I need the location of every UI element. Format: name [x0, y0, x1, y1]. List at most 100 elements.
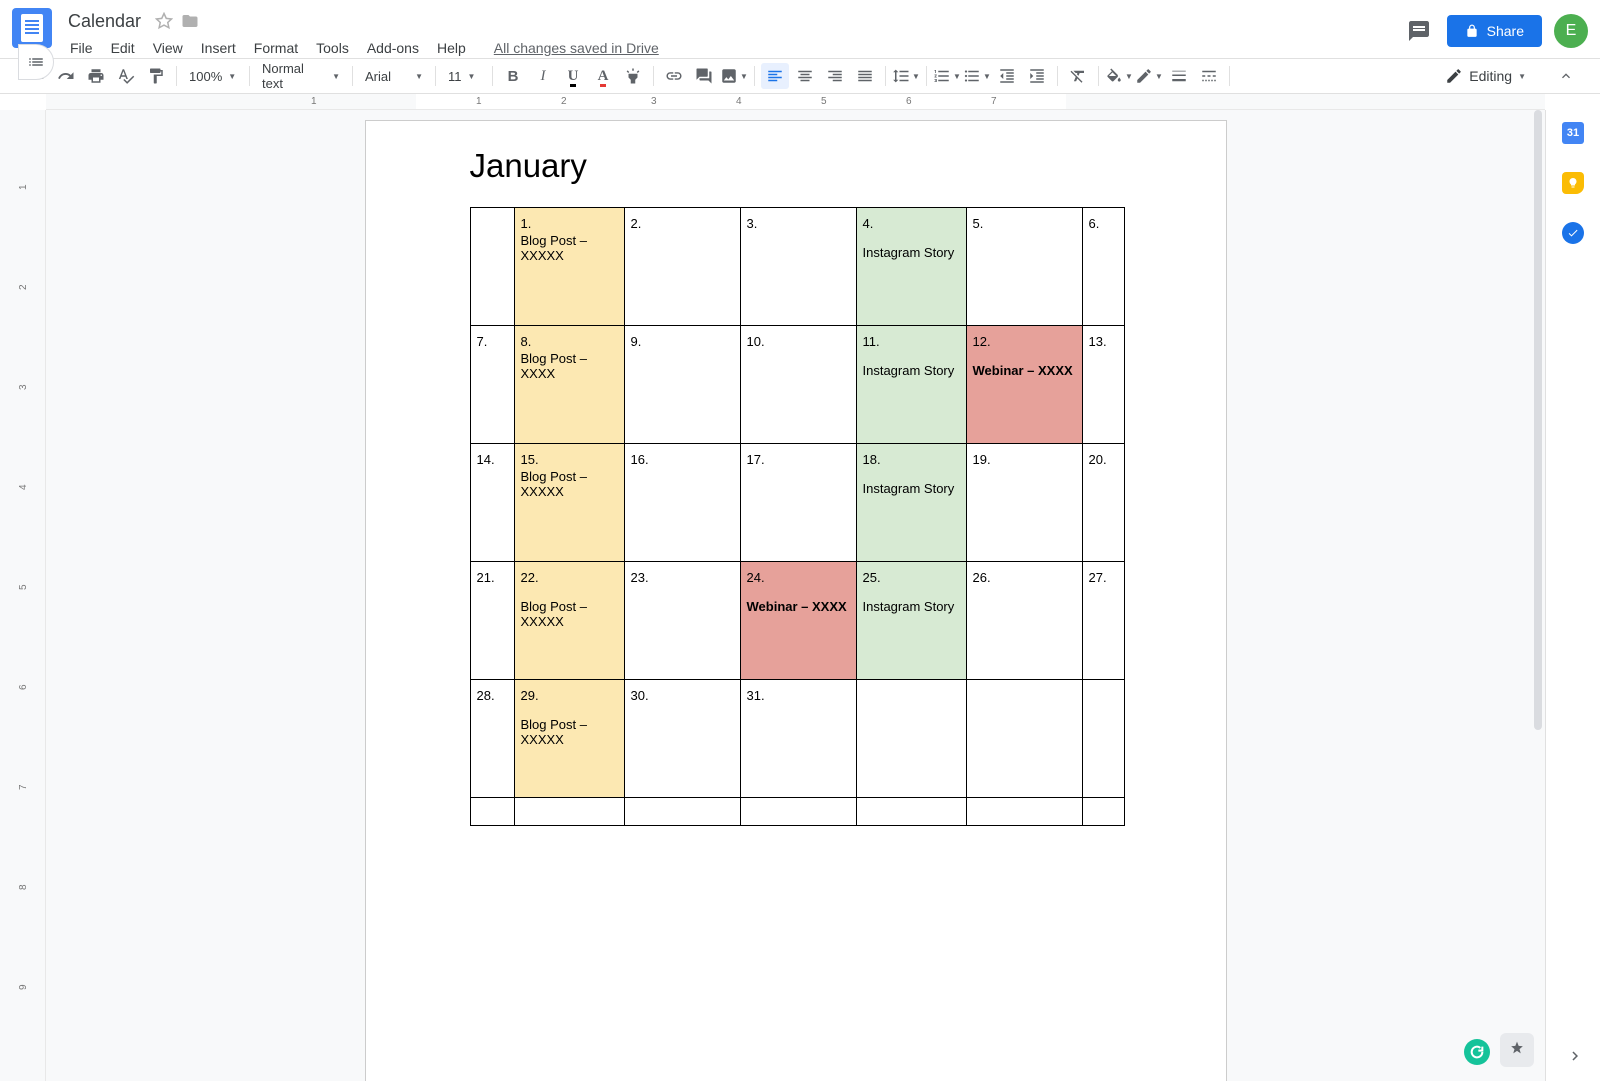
- calendar-cell[interactable]: 25.Instagram Story: [856, 562, 966, 680]
- paint-format-button[interactable]: [142, 63, 170, 89]
- calendar-cell[interactable]: [856, 798, 966, 826]
- menu-help[interactable]: Help: [429, 36, 474, 60]
- calendar-cell[interactable]: [856, 680, 966, 798]
- calendar-cell[interactable]: [470, 208, 514, 326]
- calendar-cell[interactable]: [740, 798, 856, 826]
- horizontal-ruler[interactable]: 11234567: [46, 94, 1545, 110]
- calendar-cell[interactable]: 14.: [470, 444, 514, 562]
- border-color-button[interactable]: ▼: [1135, 63, 1163, 89]
- menu-view[interactable]: View: [145, 36, 191, 60]
- print-button[interactable]: [82, 63, 110, 89]
- share-button[interactable]: Share: [1447, 15, 1542, 47]
- menu-insert[interactable]: Insert: [193, 36, 244, 60]
- calendar-cell[interactable]: 1.Blog Post – XXXXX: [514, 208, 624, 326]
- document-canvas[interactable]: January 1.Blog Post – XXXXX2.3.4.Instagr…: [46, 110, 1545, 1081]
- calendar-cell[interactable]: 16.: [624, 444, 740, 562]
- calendar-cell[interactable]: 13.: [1082, 326, 1124, 444]
- calendar-cell[interactable]: 4.Instagram Story: [856, 208, 966, 326]
- calendar-cell[interactable]: 9.: [624, 326, 740, 444]
- scrollbar-thumb[interactable]: [1534, 110, 1542, 730]
- keep-addon-icon[interactable]: [1562, 172, 1584, 194]
- numbered-list-button[interactable]: ▼: [933, 63, 961, 89]
- calendar-cell[interactable]: [514, 798, 624, 826]
- align-center-button[interactable]: [791, 63, 819, 89]
- calendar-cell[interactable]: 8.Blog Post – XXXX: [514, 326, 624, 444]
- calendar-cell[interactable]: 27.: [1082, 562, 1124, 680]
- page-heading[interactable]: January: [470, 147, 1122, 185]
- increase-indent-button[interactable]: [1023, 63, 1051, 89]
- highlight-button[interactable]: [619, 63, 647, 89]
- calendar-cell[interactable]: 22.Blog Post – XXXXX: [514, 562, 624, 680]
- calendar-cell[interactable]: 28.: [470, 680, 514, 798]
- calendar-cell[interactable]: 30.: [624, 680, 740, 798]
- calendar-cell[interactable]: 19.: [966, 444, 1082, 562]
- vertical-scrollbar[interactable]: [1534, 110, 1544, 930]
- underline-button[interactable]: U: [559, 63, 587, 89]
- document-page[interactable]: January 1.Blog Post – XXXXX2.3.4.Instagr…: [365, 120, 1227, 1081]
- calendar-cell[interactable]: [624, 798, 740, 826]
- insert-link-button[interactable]: [660, 63, 688, 89]
- calendar-cell[interactable]: 23.: [624, 562, 740, 680]
- document-title[interactable]: Calendar: [62, 9, 147, 34]
- calendar-cell[interactable]: 17.: [740, 444, 856, 562]
- calendar-cell[interactable]: 21.: [470, 562, 514, 680]
- line-spacing-button[interactable]: ▼: [892, 63, 920, 89]
- star-icon[interactable]: [155, 12, 173, 30]
- calendar-cell[interactable]: [470, 798, 514, 826]
- calendar-cell[interactable]: 31.: [740, 680, 856, 798]
- menu-format[interactable]: Format: [246, 36, 306, 60]
- document-outline-button[interactable]: [18, 44, 54, 80]
- tasks-addon-icon[interactable]: [1562, 222, 1584, 244]
- font-size-select[interactable]: 11▼: [442, 63, 486, 89]
- font-select[interactable]: Arial▼: [359, 63, 429, 89]
- spellcheck-button[interactable]: [112, 63, 140, 89]
- align-right-button[interactable]: [821, 63, 849, 89]
- calendar-cell[interactable]: 18.Instagram Story: [856, 444, 966, 562]
- comments-button[interactable]: [1403, 15, 1435, 47]
- calendar-cell[interactable]: 29.Blog Post – XXXXX: [514, 680, 624, 798]
- calendar-cell[interactable]: [1082, 680, 1124, 798]
- docs-logo[interactable]: [12, 8, 52, 48]
- text-color-button[interactable]: A: [589, 63, 617, 89]
- save-status[interactable]: All changes saved in Drive: [494, 40, 659, 56]
- explore-button[interactable]: [1500, 1033, 1534, 1067]
- calendar-cell[interactable]: 10.: [740, 326, 856, 444]
- collapse-toolbar-button[interactable]: [1552, 62, 1580, 90]
- border-width-button[interactable]: [1165, 63, 1193, 89]
- vertical-ruler[interactable]: 123456789: [0, 110, 46, 1081]
- menu-tools[interactable]: Tools: [308, 36, 357, 60]
- account-avatar[interactable]: E: [1554, 14, 1588, 48]
- clear-formatting-button[interactable]: [1064, 63, 1092, 89]
- calendar-cell[interactable]: [966, 680, 1082, 798]
- fill-color-button[interactable]: ▼: [1105, 63, 1133, 89]
- border-style-button[interactable]: [1195, 63, 1223, 89]
- calendar-cell[interactable]: [1082, 798, 1124, 826]
- calendar-cell[interactable]: [966, 798, 1082, 826]
- decrease-indent-button[interactable]: [993, 63, 1021, 89]
- calendar-cell[interactable]: 2.: [624, 208, 740, 326]
- redo-button[interactable]: [52, 63, 80, 89]
- menu-edit[interactable]: Edit: [103, 36, 143, 60]
- align-justify-button[interactable]: [851, 63, 879, 89]
- menu-file[interactable]: File: [62, 36, 101, 60]
- calendar-cell[interactable]: 11.Instagram Story: [856, 326, 966, 444]
- calendar-cell[interactable]: 20.: [1082, 444, 1124, 562]
- calendar-addon-icon[interactable]: 31: [1562, 122, 1584, 144]
- grammarly-badge[interactable]: [1464, 1039, 1490, 1065]
- calendar-cell[interactable]: 3.: [740, 208, 856, 326]
- menu-addons[interactable]: Add-ons: [359, 36, 427, 60]
- bold-button[interactable]: B: [499, 63, 527, 89]
- align-left-button[interactable]: [761, 63, 789, 89]
- insert-image-button[interactable]: ▼: [720, 63, 748, 89]
- calendar-cell[interactable]: 15.Blog Post – XXXXX: [514, 444, 624, 562]
- insert-comment-button[interactable]: [690, 63, 718, 89]
- bulleted-list-button[interactable]: ▼: [963, 63, 991, 89]
- calendar-cell[interactable]: 26.: [966, 562, 1082, 680]
- calendar-cell[interactable]: 12.Webinar – XXXX: [966, 326, 1082, 444]
- italic-button[interactable]: I: [529, 63, 557, 89]
- calendar-cell[interactable]: 24.Webinar – XXXX: [740, 562, 856, 680]
- paragraph-style-select[interactable]: Normal text▼: [256, 63, 346, 89]
- calendar-cell[interactable]: 7.: [470, 326, 514, 444]
- mode-select[interactable]: Editing ▼: [1435, 67, 1536, 85]
- calendar-table[interactable]: 1.Blog Post – XXXXX2.3.4.Instagram Story…: [470, 207, 1125, 826]
